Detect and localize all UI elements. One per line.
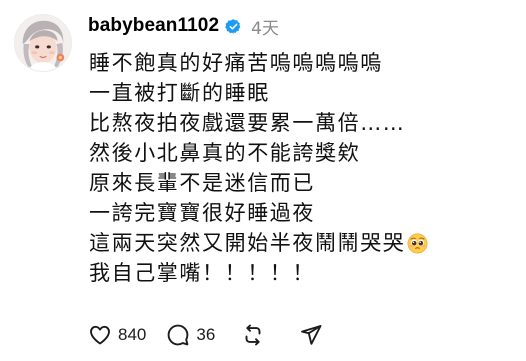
repost-button[interactable] — [241, 323, 265, 347]
post-text-line: 然後小北鼻真的不能誇獎欸 — [89, 141, 361, 165]
send-icon — [301, 325, 322, 345]
avatar-photo — [15, 15, 71, 71]
heart-icon — [90, 325, 110, 345]
threads-post: babybean1102 4天 睡不飽真的好痛苦嗚嗚嗚嗚嗚 一直被打斷的睡眠 比… — [0, 0, 526, 361]
post-text-line: 原來長輩不是迷信而已 — [89, 171, 315, 195]
post-text-line: 我自己掌嘴！！！！！ — [89, 261, 315, 285]
comment-icon — [168, 324, 189, 346]
post-text-line: 睡不飽真的好痛苦嗚嗚嗚嗚嗚 — [89, 51, 383, 75]
post-text-line: 比熬夜拍夜戲還要累一萬倍…… — [89, 111, 406, 135]
repost-icon — [245, 324, 261, 346]
post-actions: 840 36 — [88, 320, 323, 350]
post-timestamp[interactable]: 4天 — [251, 14, 279, 39]
pleading-face-emoji-icon — [407, 233, 428, 254]
verified-badge-icon — [225, 18, 242, 35]
reply-count: 36 — [196, 325, 216, 344]
reply-button[interactable]: 36 — [166, 323, 215, 347]
share-button[interactable] — [299, 323, 323, 347]
like-count: 840 — [118, 325, 147, 344]
like-button[interactable]: 840 — [88, 323, 146, 347]
post-text-line: 一直被打斷的睡眠 — [89, 81, 270, 105]
avatar[interactable] — [14, 14, 72, 72]
username-link[interactable]: babybean1102 — [88, 15, 219, 37]
post-text-line: 一誇完寶寶很好睡過夜 — [89, 201, 315, 225]
post-text: 睡不飽真的好痛苦嗚嗚嗚嗚嗚 一直被打斷的睡眠 比熬夜拍夜戲還要累一萬倍…… 然後… — [89, 48, 519, 288]
post-header: babybean1102 4天 — [88, 13, 279, 39]
post-text-line: 這兩天突然又開始半夜鬧鬧哭哭 — [89, 228, 519, 258]
